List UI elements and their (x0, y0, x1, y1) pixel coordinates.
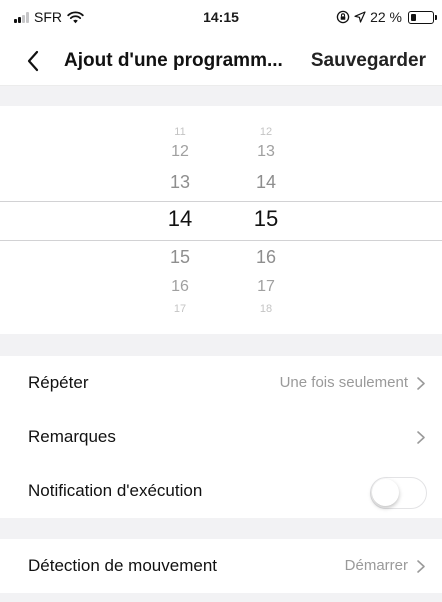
rotation-lock-icon (336, 10, 350, 24)
toggle-knob (372, 479, 399, 506)
page-title: Ajout d'une programm... (64, 50, 283, 71)
minute-option: 17 (257, 278, 275, 295)
remarks-label: Remarques (28, 427, 116, 446)
minute-option: 12 (259, 126, 273, 138)
navigation-bar: Ajout d'une programm... Sauvegarder (0, 36, 442, 86)
hour-option: 17 (173, 303, 187, 315)
hour-wheel[interactable]: 11 12 13 14 15 16 17 (150, 106, 210, 334)
motion-detection-row[interactable]: Détection de mouvement Démarrer (0, 539, 442, 593)
battery-icon (408, 10, 437, 24)
motion-detection-label: Détection de mouvement (28, 556, 217, 575)
remarks-row[interactable]: Remarques (0, 410, 442, 464)
save-button[interactable]: Sauvegarder (311, 50, 426, 72)
motion-detection-value: Démarrer (344, 557, 408, 574)
minute-wheel[interactable]: 12 13 14 15 16 17 18 (236, 106, 296, 334)
time-picker: 11 12 13 14 15 16 17 12 13 14 15 16 17 1… (0, 106, 442, 334)
minute-option: 13 (257, 143, 275, 160)
hour-option: 13 (169, 172, 191, 192)
hour-option: 11 (174, 126, 186, 138)
hour-option: 15 (169, 247, 191, 267)
picker-selection-bottom-line (0, 240, 442, 241)
notification-toggle[interactable] (370, 477, 427, 509)
minute-option: 14 (255, 172, 277, 192)
selected-minute: 15 (253, 206, 279, 231)
motion-group: Détection de mouvement Démarrer (0, 539, 442, 593)
notification-label: Notification d'exécution (28, 481, 203, 500)
hour-option: 16 (171, 278, 189, 295)
repeat-row[interactable]: Répéter Une fois seulement (0, 356, 442, 410)
location-icon (354, 11, 366, 23)
chevron-right-icon (417, 377, 425, 390)
settings-group: Répéter Une fois seulement Remarques Not… (0, 356, 442, 518)
selected-hour: 14 (167, 206, 193, 231)
chevron-right-icon (417, 431, 425, 444)
minute-option: 18 (259, 303, 273, 315)
chevron-right-icon (417, 560, 425, 573)
repeat-value: Une fois seulement (279, 374, 408, 391)
status-right: 22 % (336, 9, 437, 25)
status-bar: SFR 14:15 22 % (0, 0, 442, 36)
repeat-label: Répéter (28, 373, 89, 392)
back-chevron-icon[interactable] (24, 49, 44, 73)
picker-selection-top-line (0, 201, 442, 202)
minute-option: 16 (255, 247, 277, 267)
notification-row: Notification d'exécution (0, 464, 442, 518)
battery-percent: 22 % (370, 9, 402, 25)
hour-option: 12 (171, 143, 189, 160)
